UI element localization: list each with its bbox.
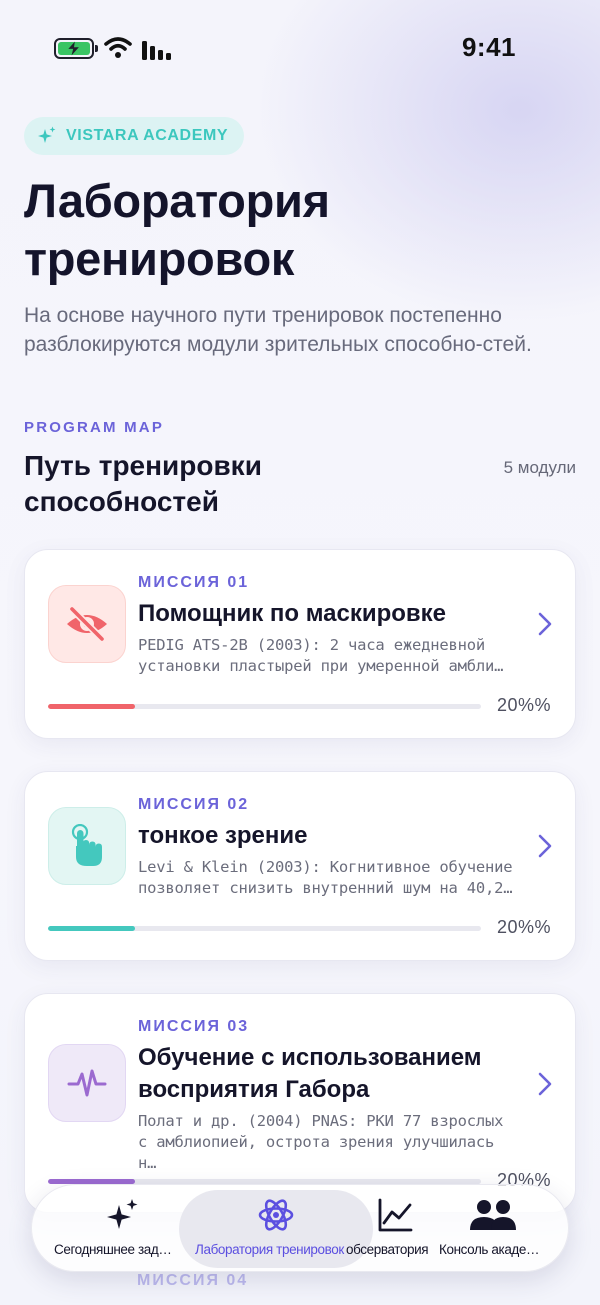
next-mission-kicker: МИССИЯ 04	[137, 1272, 249, 1289]
mission-title: Помощник по маскировке	[138, 600, 447, 627]
tab-label: Лаборатория тренировок	[195, 1242, 344, 1257]
tab-label: Сегодняшнее зад…	[54, 1242, 172, 1257]
atom-icon	[258, 1199, 294, 1231]
people-icon	[470, 1200, 516, 1230]
academy-badge: VISTARA ACADEMY	[24, 117, 245, 155]
mission-kicker: МИССИЯ 02	[138, 796, 250, 813]
badge-label: VISTARA ACADEMY	[66, 127, 229, 144]
mission-progress-fill	[48, 704, 135, 709]
mission-progress-bar	[48, 926, 481, 931]
tab-training-lab[interactable]: Лаборатория тренировок	[179, 1185, 373, 1273]
status-time: 9:41	[461, 32, 516, 62]
mission-kicker: МИССИЯ 03	[138, 1018, 250, 1035]
module-count: 5 модули	[503, 458, 576, 477]
page-subtitle: На основе научного пути тренировок посте…	[24, 304, 532, 356]
mission-progress-fill	[48, 926, 135, 931]
chevron-right-icon[interactable]	[537, 833, 553, 859]
eye-slash-icon	[48, 585, 126, 663]
tab-academy-console[interactable]: Консоль акаде…	[437, 1185, 545, 1273]
mission-description: Полат и др. (2004) PNAS: РКИ 77 взрослых…	[138, 1112, 504, 1172]
mission-title: тонкое зрение	[138, 822, 308, 849]
sparkles-icon	[107, 1199, 138, 1229]
page-title: Лаборатория тренировок	[24, 174, 330, 285]
sparkle-icon	[38, 126, 56, 143]
mission-progress-bar	[48, 704, 481, 709]
tab-today-task[interactable]: Сегодняшнее зад…	[32, 1185, 172, 1273]
chevron-right-icon[interactable]	[537, 1071, 553, 1097]
tap-hand-icon	[48, 807, 126, 885]
mission-card-01[interactable]: МИССИЯ 01 Помощник по маскировке PEDIG A…	[24, 549, 576, 739]
mission-card-03[interactable]: МИССИЯ 03 Обучение с использованием восп…	[24, 993, 576, 1213]
mission-progress-label: 20%%	[496, 917, 551, 937]
tab-bar: Сегодняшнее зад… Лаборатория тренировок …	[31, 1184, 569, 1272]
tab-observatory[interactable]: обсерватория	[346, 1185, 434, 1273]
mission-kicker: МИССИЯ 01	[138, 574, 250, 591]
mission-title: Обучение с использованием восприятия Габ…	[138, 1044, 482, 1103]
status-bar: 9:41	[0, 0, 600, 96]
mission-progress-label: 20%%	[496, 695, 551, 715]
wifi-icon	[104, 37, 132, 58]
mission-card-02[interactable]: МИССИЯ 02 тонкое зрение Levi & Klein (20…	[24, 771, 576, 961]
section-kicker: PROGRAM MAP	[24, 419, 165, 436]
waveform-icon	[48, 1044, 126, 1122]
mission-description: Levi & Klein (2003): Когнитивное обучени…	[138, 858, 513, 897]
mission-description: PEDIG ATS-2B (2003): 2 часа ежедневной у…	[138, 636, 504, 675]
section-title: Путь тренировки способностей	[24, 450, 262, 517]
chart-line-icon	[378, 1198, 413, 1232]
battery-icon	[54, 38, 98, 59]
tab-label: обсерватория	[346, 1242, 429, 1257]
tab-label: Консоль акаде…	[439, 1242, 540, 1257]
cellular-signal-icon	[142, 41, 171, 60]
chevron-right-icon[interactable]	[537, 611, 553, 637]
